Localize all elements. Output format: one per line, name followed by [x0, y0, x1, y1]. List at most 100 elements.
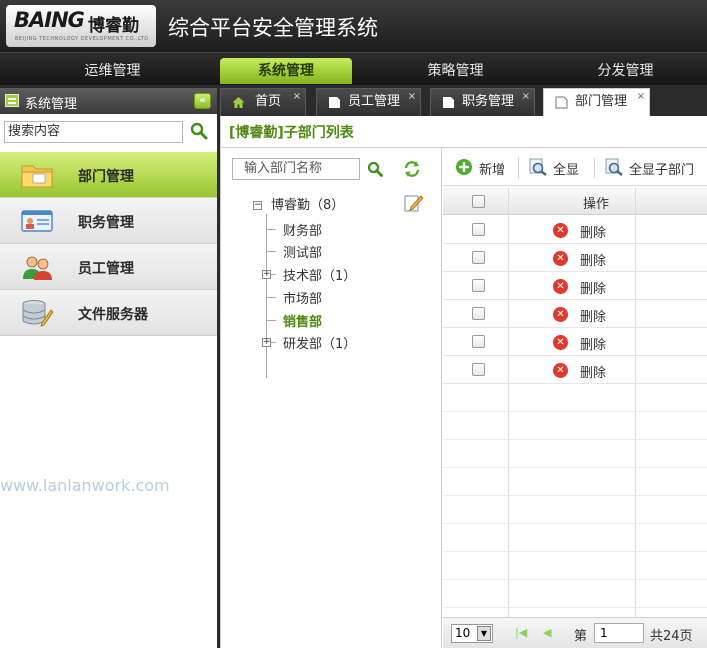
- sidebar-item-label: 部门管理: [78, 169, 134, 185]
- first-page-icon[interactable]: |◀: [515, 626, 529, 640]
- nav-ops[interactable]: 运维管理: [55, 58, 170, 84]
- page-label: 第: [574, 629, 588, 644]
- pagination-bar: 10 ▼ |◀ ◀ 第 1 共24页: [443, 617, 707, 648]
- tree-line: [271, 274, 276, 275]
- delete-link[interactable]: 删除: [580, 306, 606, 325]
- close-icon[interactable]: ×: [408, 84, 416, 110]
- sidebar: 系统管理 « 搜索内容 部门管理 职务管理 员工管理 文件服务器 www.lan…: [0, 88, 217, 648]
- sidebar-search-input[interactable]: 搜索内容: [4, 121, 183, 143]
- divider: [518, 158, 519, 178]
- folder-icon: [21, 165, 53, 188]
- empty-row: [443, 580, 707, 608]
- show-all-button[interactable]: 全显: [529, 158, 591, 178]
- delete-link[interactable]: 删除: [580, 334, 606, 353]
- divider: [594, 158, 595, 178]
- empty-row: [443, 552, 707, 580]
- delete-link[interactable]: 删除: [580, 250, 606, 269]
- collapse-button[interactable]: «: [194, 93, 211, 109]
- grid-header: 操作: [443, 188, 707, 215]
- users-icon: [23, 256, 52, 280]
- delete-link[interactable]: 删除: [580, 362, 606, 381]
- tree-node[interactable]: 测试部: [283, 242, 322, 261]
- delete-icon[interactable]: ✕: [553, 223, 568, 238]
- tab-home[interactable]: 首页 ×: [220, 88, 306, 116]
- delete-link[interactable]: 删除: [580, 222, 606, 241]
- delete-icon[interactable]: ✕: [553, 335, 568, 350]
- delete-link[interactable]: 删除: [580, 278, 606, 297]
- row-checkbox[interactable]: [472, 363, 485, 376]
- magnifier-icon: [529, 158, 547, 176]
- empty-row: [443, 524, 707, 552]
- nav-distribution[interactable]: 分发管理: [568, 58, 683, 84]
- page-size-value: 10: [455, 626, 471, 640]
- department-search-input[interactable]: 输入部门名称: [232, 158, 360, 180]
- nav-system[interactable]: 系统管理: [220, 58, 352, 84]
- sidebar-item-departments[interactable]: 部门管理: [0, 152, 217, 198]
- expand-toggle[interactable]: +: [262, 338, 271, 347]
- delete-icon[interactable]: ✕: [553, 251, 568, 266]
- watermark-text: www.lanlanwork.com: [0, 476, 170, 495]
- tree-node[interactable]: 研发部（1）: [283, 333, 356, 352]
- department-grid-panel: 新增 全显 全显子部门 操作 ✕ 删除 ✕ 删除 ✕ 删除 ✕ 删除 ✕ 删除 …: [443, 148, 707, 648]
- table-row: ✕ 删除: [443, 300, 707, 328]
- search-icon[interactable]: [190, 122, 208, 140]
- table-row: ✕ 删除: [443, 272, 707, 300]
- tree-line: [266, 251, 276, 252]
- sidebar-item-positions[interactable]: 职务管理: [0, 198, 217, 244]
- sidebar-item-employees[interactable]: 员工管理: [0, 244, 217, 290]
- row-checkbox[interactable]: [472, 335, 485, 348]
- row-checkbox[interactable]: [472, 223, 485, 236]
- edit-icon[interactable]: [404, 194, 424, 212]
- tree-root[interactable]: 博睿勤（8）: [271, 194, 344, 213]
- expand-toggle[interactable]: +: [262, 270, 271, 279]
- home-icon: [232, 97, 245, 108]
- row-checkbox[interactable]: [472, 279, 485, 292]
- close-icon[interactable]: ×: [637, 84, 645, 110]
- app-title: 综合平台安全管理系统: [168, 16, 378, 40]
- collapse-toggle[interactable]: −: [253, 201, 262, 210]
- select-all-checkbox[interactable]: [472, 195, 485, 208]
- tab-bar: 首页 × 员工管理 × 职务管理 × 部门管理 ×: [220, 88, 707, 116]
- close-icon[interactable]: ×: [522, 84, 530, 110]
- tab-positions[interactable]: 职务管理 ×: [430, 88, 535, 116]
- row-checkbox[interactable]: [472, 251, 485, 264]
- prev-page-icon[interactable]: ◀: [543, 626, 557, 640]
- sidebar-item-label: 员工管理: [78, 261, 134, 277]
- sidebar-title: 系统管理: [25, 97, 78, 112]
- show-all-children-button[interactable]: 全显子部门: [605, 158, 705, 178]
- tree-node[interactable]: 技术部（1）: [283, 265, 356, 284]
- panel-icon: [5, 94, 19, 107]
- nav-policy[interactable]: 策略管理: [398, 58, 513, 84]
- tree-node-selected[interactable]: 销售部: [283, 311, 322, 330]
- page-size-select[interactable]: 10 ▼: [451, 624, 493, 643]
- logo-text: BAING: [14, 8, 85, 32]
- main-content: [博睿勤]子部门列表 输入部门名称 − 博睿勤（8） 财务部 测试部 + 技术部…: [220, 116, 707, 648]
- delete-icon[interactable]: ✕: [553, 363, 568, 378]
- tree-node[interactable]: 市场部: [283, 288, 322, 307]
- search-icon[interactable]: [367, 161, 383, 177]
- delete-icon[interactable]: ✕: [553, 307, 568, 322]
- delete-icon[interactable]: ✕: [553, 279, 568, 294]
- tab-label: 首页: [255, 94, 282, 109]
- page-icon: [555, 96, 568, 109]
- magnifier-icon: [605, 158, 623, 176]
- tab-departments[interactable]: 部门管理 ×: [543, 88, 650, 116]
- sidebar-item-file-server[interactable]: 文件服务器: [0, 290, 217, 336]
- close-icon[interactable]: ×: [293, 84, 301, 110]
- department-tree-panel: 输入部门名称 − 博睿勤（8） 财务部 测试部 + 技术部（1） 市场部 销售部…: [221, 148, 442, 648]
- add-button[interactable]: 新增: [455, 158, 515, 178]
- row-checkbox[interactable]: [472, 307, 485, 320]
- page-title: [博睿勤]子部门列表: [229, 125, 354, 141]
- show-all-label: 全显: [553, 163, 580, 178]
- tree-node[interactable]: 财务部: [283, 220, 322, 239]
- page-number-input[interactable]: 1: [594, 623, 644, 643]
- tab-label: 员工管理: [348, 94, 401, 109]
- sidebar-item-label: 职务管理: [78, 215, 134, 231]
- tab-employees[interactable]: 员工管理 ×: [316, 88, 421, 116]
- empty-row: [443, 468, 707, 496]
- top-nav: 运维管理 系统管理 策略管理 分发管理: [0, 52, 707, 85]
- page-total: 共24页: [650, 629, 693, 644]
- chevron-down-icon[interactable]: ▼: [477, 626, 491, 641]
- tree-line: [266, 320, 276, 321]
- refresh-icon[interactable]: [403, 160, 421, 178]
